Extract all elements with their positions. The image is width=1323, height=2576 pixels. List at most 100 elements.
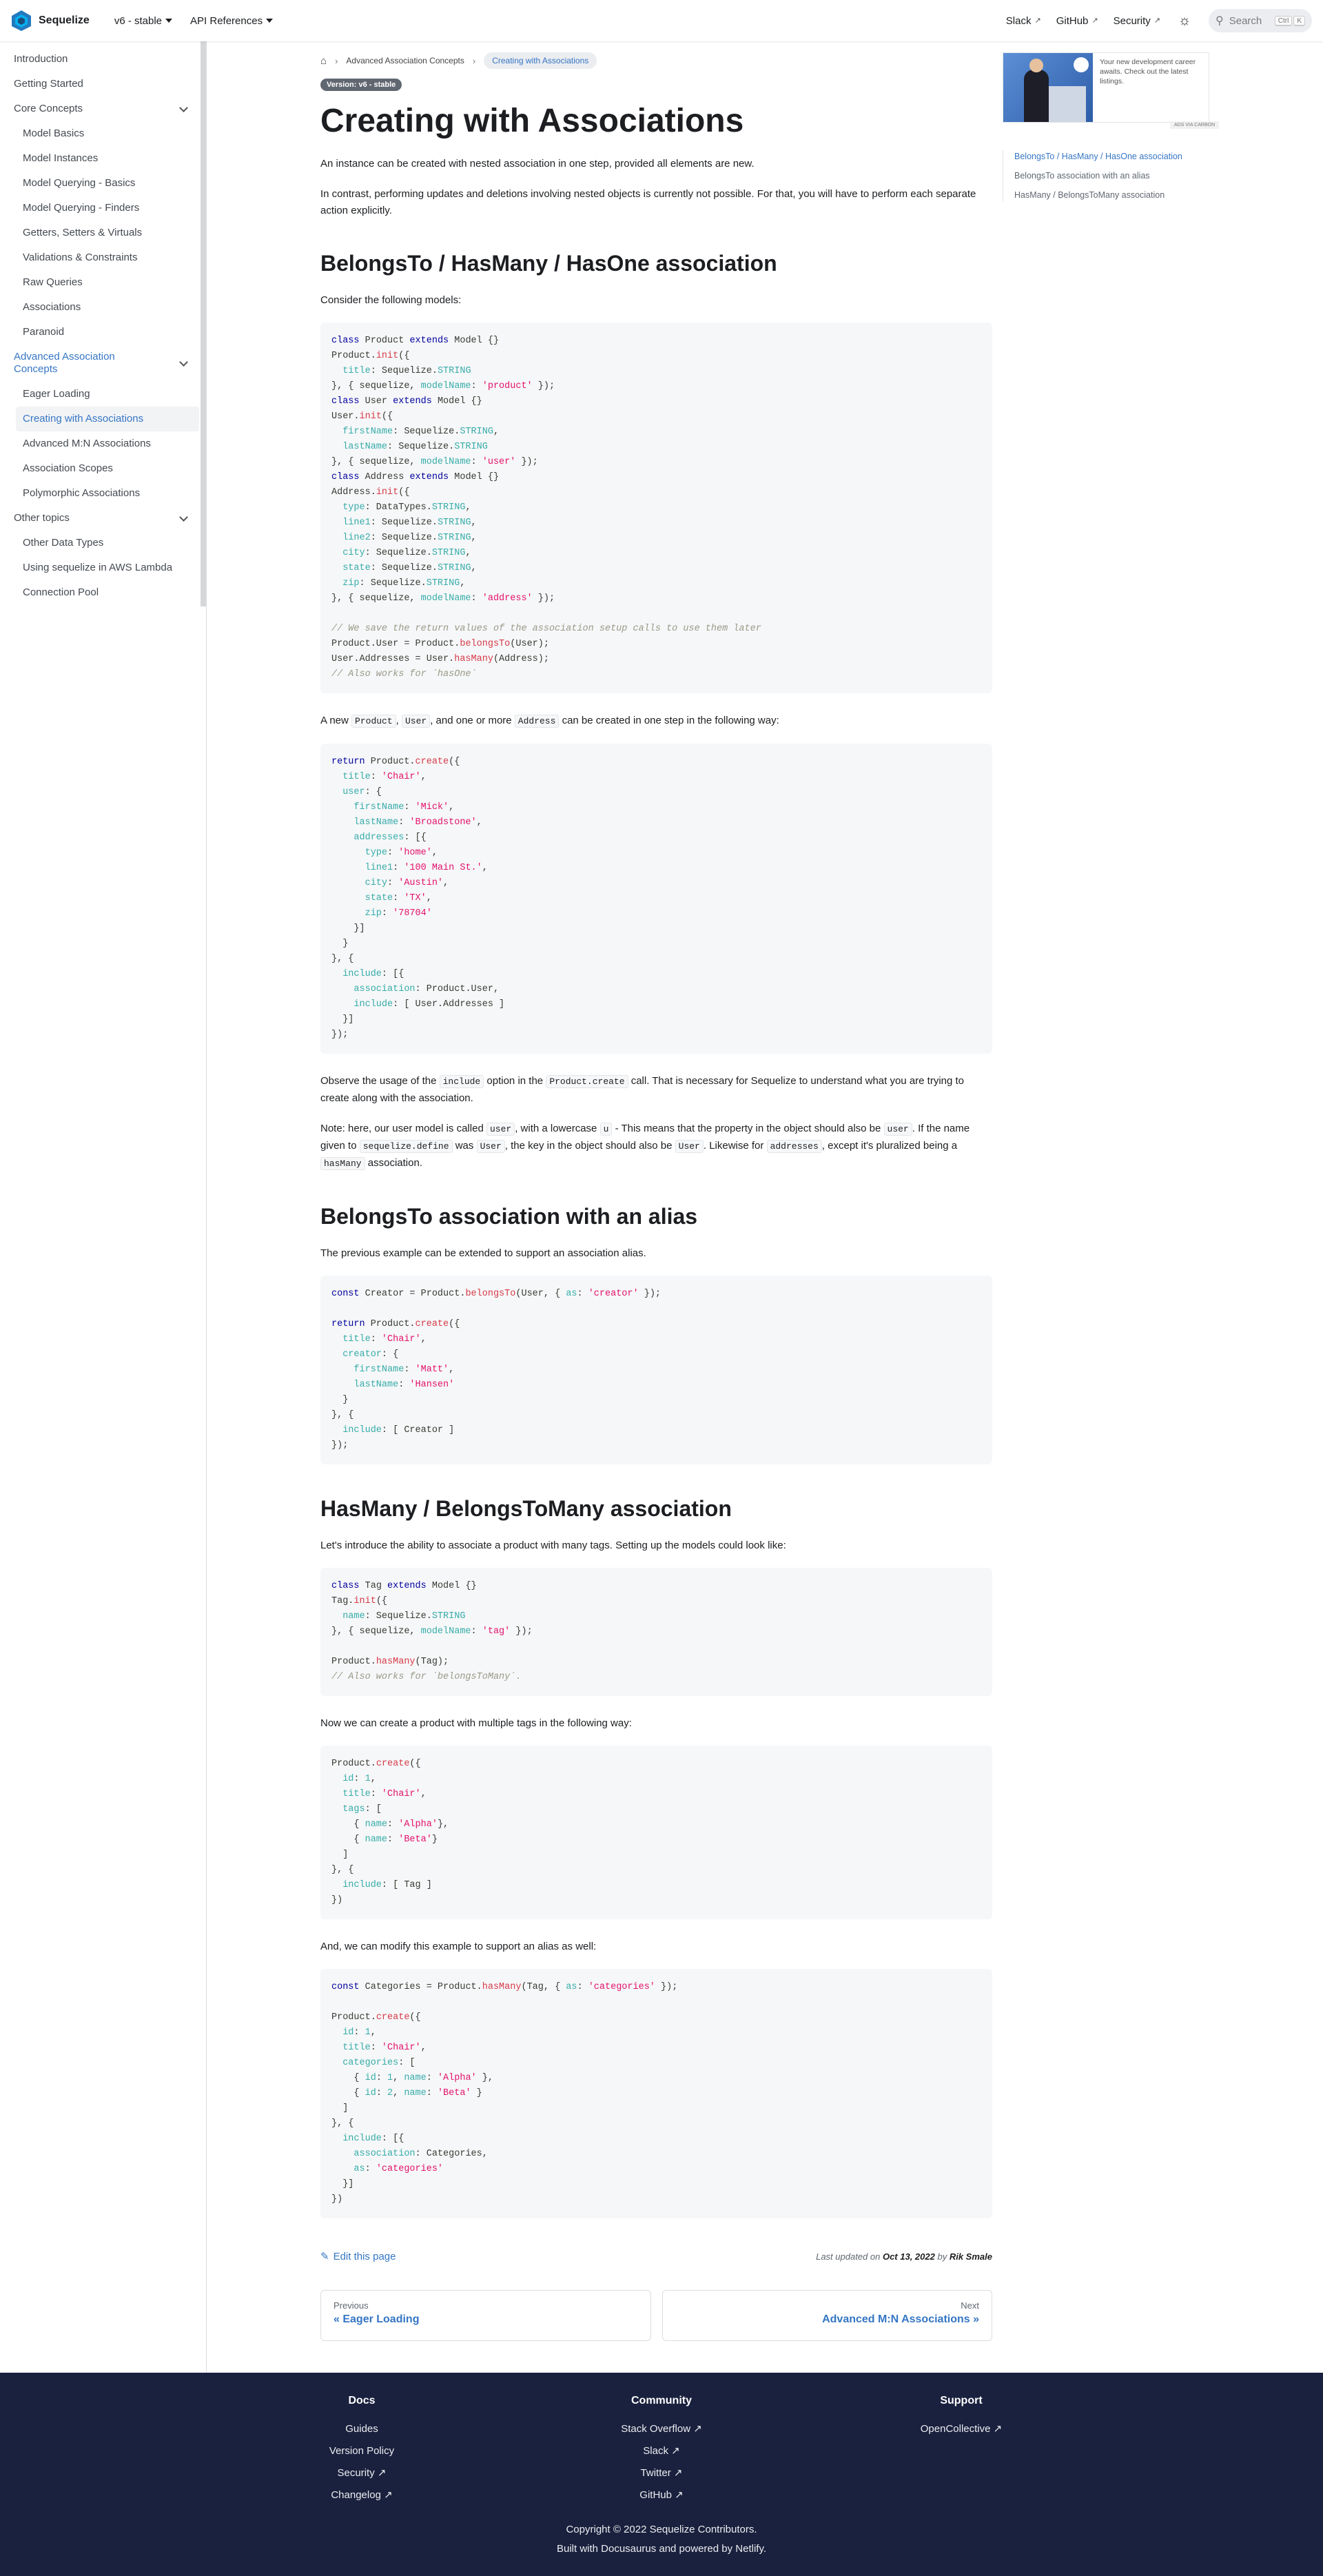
sidebar-category-other-topics[interactable]: Other topics bbox=[7, 506, 199, 531]
code-block-categories[interactable]: const Categories = Product.hasMany(Tag, … bbox=[320, 1969, 992, 2218]
footer-link-stackoverflow[interactable]: Stack Overflow ↗ bbox=[586, 2418, 737, 2440]
text-span: can be created in one step in the follow… bbox=[562, 715, 779, 726]
chevron-down-icon[interactable] bbox=[179, 512, 188, 522]
home-icon[interactable]: ⌂ bbox=[320, 55, 327, 67]
sidebar-item-creating-with-associations[interactable]: Creating with Associations bbox=[16, 407, 199, 431]
sidebar-item-getters-setters[interactable]: Getters, Setters & Virtuals bbox=[16, 221, 199, 245]
footer-link-twitter[interactable]: Twitter ↗ bbox=[586, 2462, 737, 2484]
sidebar-item-association-scopes[interactable]: Association Scopes bbox=[16, 456, 199, 481]
footer-support-title: Support bbox=[940, 2395, 983, 2406]
category-label: Advanced Association Concepts bbox=[14, 351, 115, 375]
footer-link-slack[interactable]: Slack ↗ bbox=[586, 2440, 737, 2462]
sidebar-item-eager-loading[interactable]: Eager Loading bbox=[16, 382, 199, 407]
footer-docs-title: Docs bbox=[348, 2395, 376, 2406]
search-icon: ⚲ bbox=[1216, 15, 1224, 27]
code-block-create-nested[interactable]: return Product.create({ title: 'Chair', … bbox=[320, 744, 992, 1054]
footer-link-opencollective[interactable]: OpenCollective ↗ bbox=[885, 2418, 1037, 2440]
toc-item-belongsto-hasmany-hasone[interactable]: BelongsTo / HasMany / HasOne association bbox=[1014, 150, 1209, 163]
section3-paragraph-1: Let's introduce the ability to associate… bbox=[320, 1540, 786, 1551]
next-page-link[interactable]: Next Advanced M:N Associations » bbox=[662, 2290, 992, 2341]
navbar-right: Slack ↗ GitHub ↗ Security ↗ ☼ ⚲ Search Ctrl… bbox=[1006, 9, 1312, 32]
version-dropdown[interactable]: v6 - stable bbox=[114, 15, 173, 27]
footer-link-guides[interactable]: Guides bbox=[286, 2418, 438, 2440]
sidebar-category-advanced-associations[interactable]: Advanced Association Concepts bbox=[7, 345, 199, 382]
github-link[interactable]: GitHub ↗ bbox=[1056, 15, 1098, 27]
footer-link-label: Security bbox=[337, 2467, 375, 2479]
sidebar-item-advanced-mn[interactable]: Advanced M:N Associations bbox=[16, 431, 199, 456]
code-block-alias[interactable]: const Creator = Product.belongsTo(User, … bbox=[320, 1276, 992, 1464]
advanced-list: Eager Loading Creating with Associations… bbox=[7, 382, 199, 506]
sidebar-item-associations[interactable]: Associations bbox=[16, 295, 199, 320]
category-label: Other topics bbox=[14, 512, 70, 524]
text-span: , and one or more bbox=[430, 715, 512, 726]
sidebar-item-querying-finders[interactable]: Model Querying - Finders bbox=[16, 196, 199, 221]
carbon-ad[interactable]: Your new development career awaits. Chec… bbox=[1003, 52, 1209, 123]
pagination: Previous « Eager Loading Next Advanced M… bbox=[320, 2290, 992, 2341]
sidebar-item-introduction[interactable]: Introduction bbox=[7, 47, 199, 72]
chevron-down-icon[interactable] bbox=[179, 357, 188, 367]
inline-code: user bbox=[883, 1123, 912, 1136]
inline-code: Address bbox=[514, 715, 560, 728]
site-footer: Docs Guides Version Policy Security ↗ Ch… bbox=[0, 2373, 1323, 2576]
external-link-icon: ↗ bbox=[673, 2467, 683, 2479]
sidebar-item-validations[interactable]: Validations & Constraints bbox=[16, 245, 199, 270]
sidebar-item-polymorphic[interactable]: Polymorphic Associations bbox=[16, 481, 199, 506]
sidebar-item-aws-lambda[interactable]: Using sequelize in AWS Lambda bbox=[16, 555, 199, 580]
text-span: , except it's pluralized being a bbox=[821, 1140, 958, 1152]
brand-link[interactable]: Sequelize bbox=[11, 10, 90, 32]
toc-item-hasmany-belongstomany[interactable]: HasMany / BelongsToMany association bbox=[1014, 189, 1209, 201]
theme-toggle-sun-icon[interactable]: ☼ bbox=[1176, 12, 1193, 30]
search-button[interactable]: ⚲ Search Ctrl K bbox=[1209, 9, 1312, 32]
heading-belongsto-alias: BelongsTo association with an alias bbox=[320, 1204, 698, 1229]
code-block-models[interactable]: class Product extends Model {} Product.i… bbox=[320, 323, 992, 693]
api-references-dropdown[interactable]: API References bbox=[190, 15, 274, 27]
inline-code: Product.create bbox=[546, 1075, 628, 1088]
footer-docs-column: Docs Guides Version Policy Security ↗ Ch… bbox=[286, 2395, 438, 2506]
inline-code: sequelize.define bbox=[359, 1140, 453, 1153]
section3-paragraph-2: Now we can create a product with multipl… bbox=[320, 1717, 632, 1729]
inline-code: User bbox=[402, 715, 431, 728]
footer-link-github[interactable]: GitHub ↗ bbox=[586, 2484, 737, 2506]
sidebar-item-querying-basics[interactable]: Model Querying - Basics bbox=[16, 171, 199, 196]
section1-paragraph-2: A new Product, User, and one or more Add… bbox=[320, 713, 992, 730]
code-block-create-tags[interactable]: Product.create({ id: 1, title: 'Chair', … bbox=[320, 1746, 992, 1919]
breadcrumb-current: Creating with Associations bbox=[484, 52, 597, 69]
table-of-contents: Your new development career awaits. Chec… bbox=[1003, 52, 1209, 208]
sidebar-scrollbar[interactable] bbox=[201, 41, 206, 606]
sidebar-category-core-concepts[interactable]: Core Concepts bbox=[7, 96, 199, 121]
previous-page-link[interactable]: Previous « Eager Loading bbox=[320, 2290, 651, 2341]
edit-page-link[interactable]: ✎ Edit this page bbox=[320, 2250, 396, 2263]
toc-item-belongsto-alias[interactable]: BelongsTo association with an alias bbox=[1014, 170, 1209, 182]
footer-link-security[interactable]: Security ↗ bbox=[286, 2462, 438, 2484]
inline-code: hasMany bbox=[320, 1157, 365, 1170]
external-link-icon: ↗ bbox=[675, 2489, 684, 2501]
sidebar-item-getting-started[interactable]: Getting Started bbox=[7, 72, 199, 96]
security-link[interactable]: Security ↗ bbox=[1114, 15, 1160, 27]
sidebar-item-connection-pool[interactable]: Connection Pool bbox=[16, 580, 199, 605]
ads-via-carbon-link[interactable]: ADS VIA CARBON bbox=[1170, 121, 1220, 129]
pencil-icon: ✎ bbox=[320, 2251, 329, 2262]
sidebar-item-raw-queries[interactable]: Raw Queries bbox=[16, 270, 199, 295]
slack-link[interactable]: Slack ↗ bbox=[1006, 15, 1041, 27]
chevron-down-icon[interactable] bbox=[179, 103, 188, 112]
sidebar-item-other-data-types[interactable]: Other Data Types bbox=[16, 531, 199, 555]
sidebar-item-model-basics[interactable]: Model Basics bbox=[16, 121, 199, 146]
last-updated-author: Rik Smale bbox=[949, 2251, 992, 2262]
external-link-icon: ↗ bbox=[693, 2423, 702, 2435]
sidebar-item-model-instances[interactable]: Model Instances bbox=[16, 146, 199, 171]
breadcrumb-separator-icon: › bbox=[335, 55, 338, 66]
footer-link-label: OpenCollective bbox=[920, 2423, 991, 2435]
breadcrumb-parent[interactable]: Advanced Association Concepts bbox=[346, 56, 464, 65]
footer-link-label: GitHub bbox=[639, 2489, 672, 2501]
breadcrumb: ⌂ › Advanced Association Concepts › Crea… bbox=[320, 52, 992, 69]
built-with-text: Built with Docusaurus and powered by Net… bbox=[556, 2543, 767, 2555]
main-content-area: ⌂ › Advanced Association Concepts › Crea… bbox=[207, 41, 1323, 2373]
footer-link-version-policy[interactable]: Version Policy bbox=[286, 2440, 438, 2462]
sidebar-item-paranoid[interactable]: Paranoid bbox=[16, 320, 199, 345]
code-block-tag-model[interactable]: class Tag extends Model {} Tag.init({ na… bbox=[320, 1568, 992, 1696]
footer-link-changelog[interactable]: Changelog ↗ bbox=[286, 2484, 438, 2506]
category-label: Core Concepts bbox=[14, 103, 83, 114]
inline-code: include bbox=[439, 1075, 484, 1088]
slack-label: Slack bbox=[1005, 14, 1032, 27]
last-updated-date: Oct 13, 2022 bbox=[882, 2251, 935, 2262]
